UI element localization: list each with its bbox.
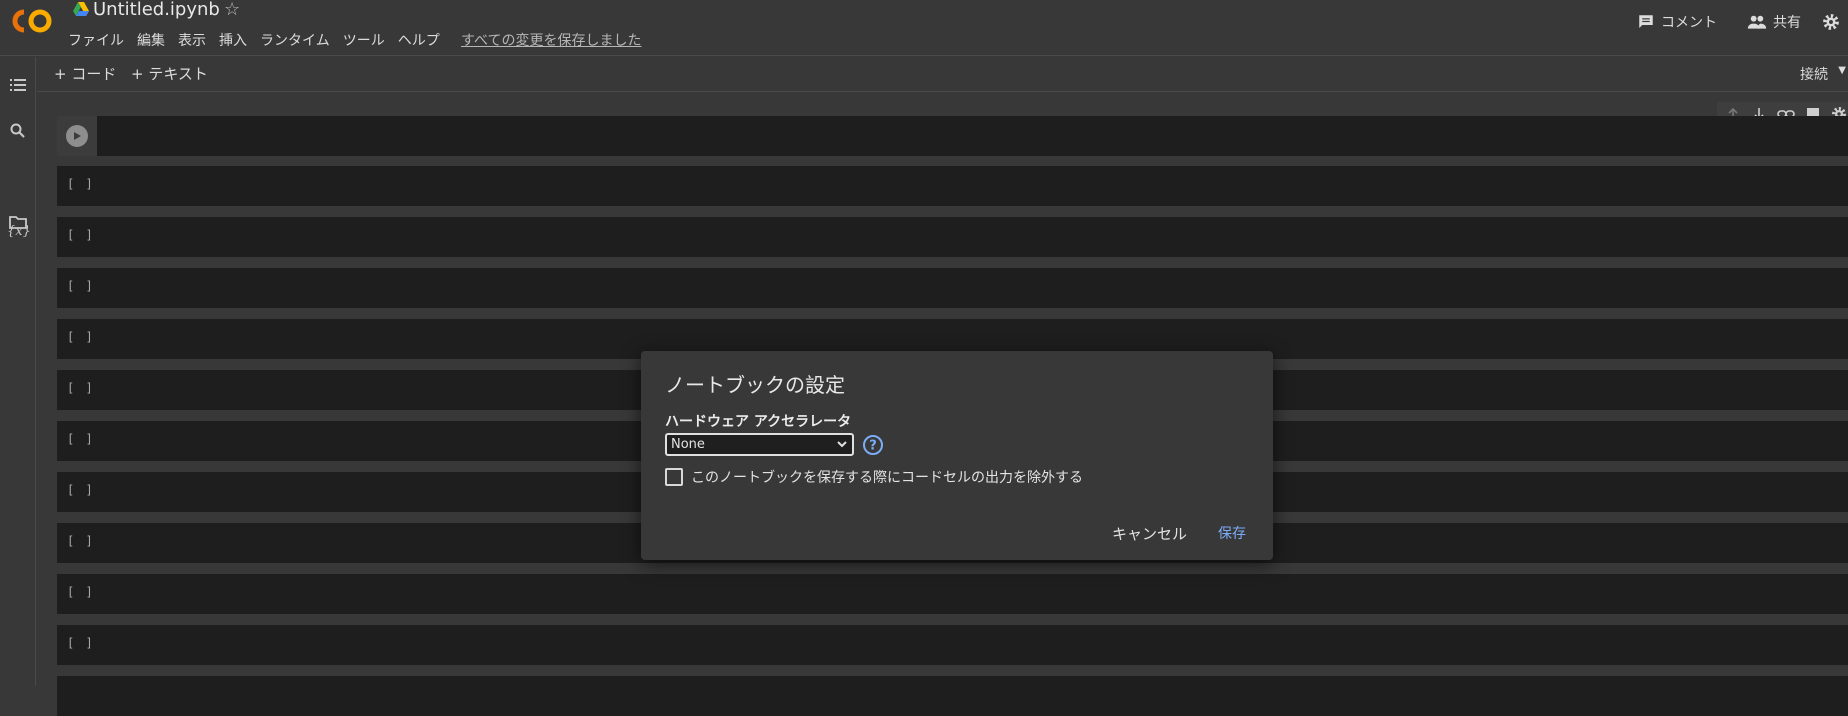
code-cell[interactable]: [ ] [57,268,1848,308]
cell-execution-count: [ ] [67,432,95,446]
code-cell[interactable]: [ ] [57,574,1848,614]
dialog-title: ノートブックの設定 [665,373,845,397]
star-icon[interactable]: ☆ [224,0,240,20]
menu-view[interactable]: 表示 [178,30,206,50]
code-cell[interactable]: [ ] [57,625,1848,665]
cell-execution-count: [ ] [67,279,95,293]
comment-label: コメント [1661,15,1717,31]
menu-file[interactable]: ファイル [68,30,124,50]
menu-edit[interactable]: 編集 [137,30,165,50]
svg-text:?: ? [869,439,877,454]
cell-execution-count: [ ] [67,228,95,242]
colab-logo[interactable] [12,7,52,35]
connect-dropdown-icon[interactable]: ▼ [1838,65,1846,76]
add-text-button[interactable]: + テキスト [131,63,208,84]
accelerator-label: ハードウェア アクセラレータ [665,414,852,430]
header: Untitled.ipynb ☆ ファイル 編集 表示 挿入 ランタイム ツール… [0,0,1848,56]
connect-button[interactable]: 接続 [1800,64,1828,84]
chevron-down-icon [837,441,847,448]
notebook-settings-dialog: ノートブックの設定 ハードウェア アクセラレータ None ? このノートブック… [641,351,1273,560]
help-icon[interactable]: ? [862,434,884,456]
cell-execution-count: [ ] [67,177,95,191]
add-code-button[interactable]: + コード [54,63,116,84]
comment-button[interactable]: コメント [1637,12,1717,32]
code-cell[interactable] [57,676,1848,716]
comment-icon [1639,15,1653,28]
cell-execution-count: [ ] [67,330,95,344]
code-cell[interactable]: [ ] [57,166,1848,206]
save-button[interactable]: 保存 [1218,523,1246,543]
people-icon [1747,15,1767,29]
menu-insert[interactable]: 挿入 [219,30,247,50]
share-button[interactable]: 共有 [1747,12,1801,32]
code-cell[interactable]: [ ] [57,217,1848,257]
left-rail: {x} [0,57,36,686]
share-label: 共有 [1773,15,1801,31]
cell-execution-count: [ ] [67,381,95,395]
menu-bar: ファイル 編集 表示 挿入 ランタイム ツール ヘルプ [68,30,453,50]
gear-icon[interactable] [1822,13,1840,31]
play-icon [66,125,88,147]
search-icon[interactable] [8,121,28,141]
menu-help[interactable]: ヘルプ [398,30,440,50]
menu-runtime[interactable]: ランタイム [260,30,330,50]
menu-tools[interactable]: ツール [343,30,385,50]
run-cell-button[interactable] [57,116,97,156]
cell-execution-count: [ ] [67,534,95,548]
drive-icon [73,2,89,16]
table-of-contents-icon[interactable] [8,75,28,95]
notebook-toolbar: + コード + テキスト 接続 ▼ [37,57,1848,92]
omit-output-label[interactable]: このノートブックを保存する際にコードセルの出力を除外する [691,467,1083,487]
cell-execution-count: [ ] [67,585,95,599]
save-status-link[interactable]: すべての変更を保存しました [461,30,641,50]
accelerator-select[interactable]: None [665,433,854,456]
notebook-title[interactable]: Untitled.ipynb [93,0,220,20]
accelerator-value: None [671,437,705,452]
cell-execution-count: [ ] [67,483,95,497]
cell-execution-count: [ ] [67,636,95,650]
omit-output-checkbox[interactable] [665,468,683,486]
folder-icon[interactable] [8,212,28,232]
code-cell-active[interactable] [57,116,1848,156]
cancel-button[interactable]: キャンセル [1112,523,1187,544]
